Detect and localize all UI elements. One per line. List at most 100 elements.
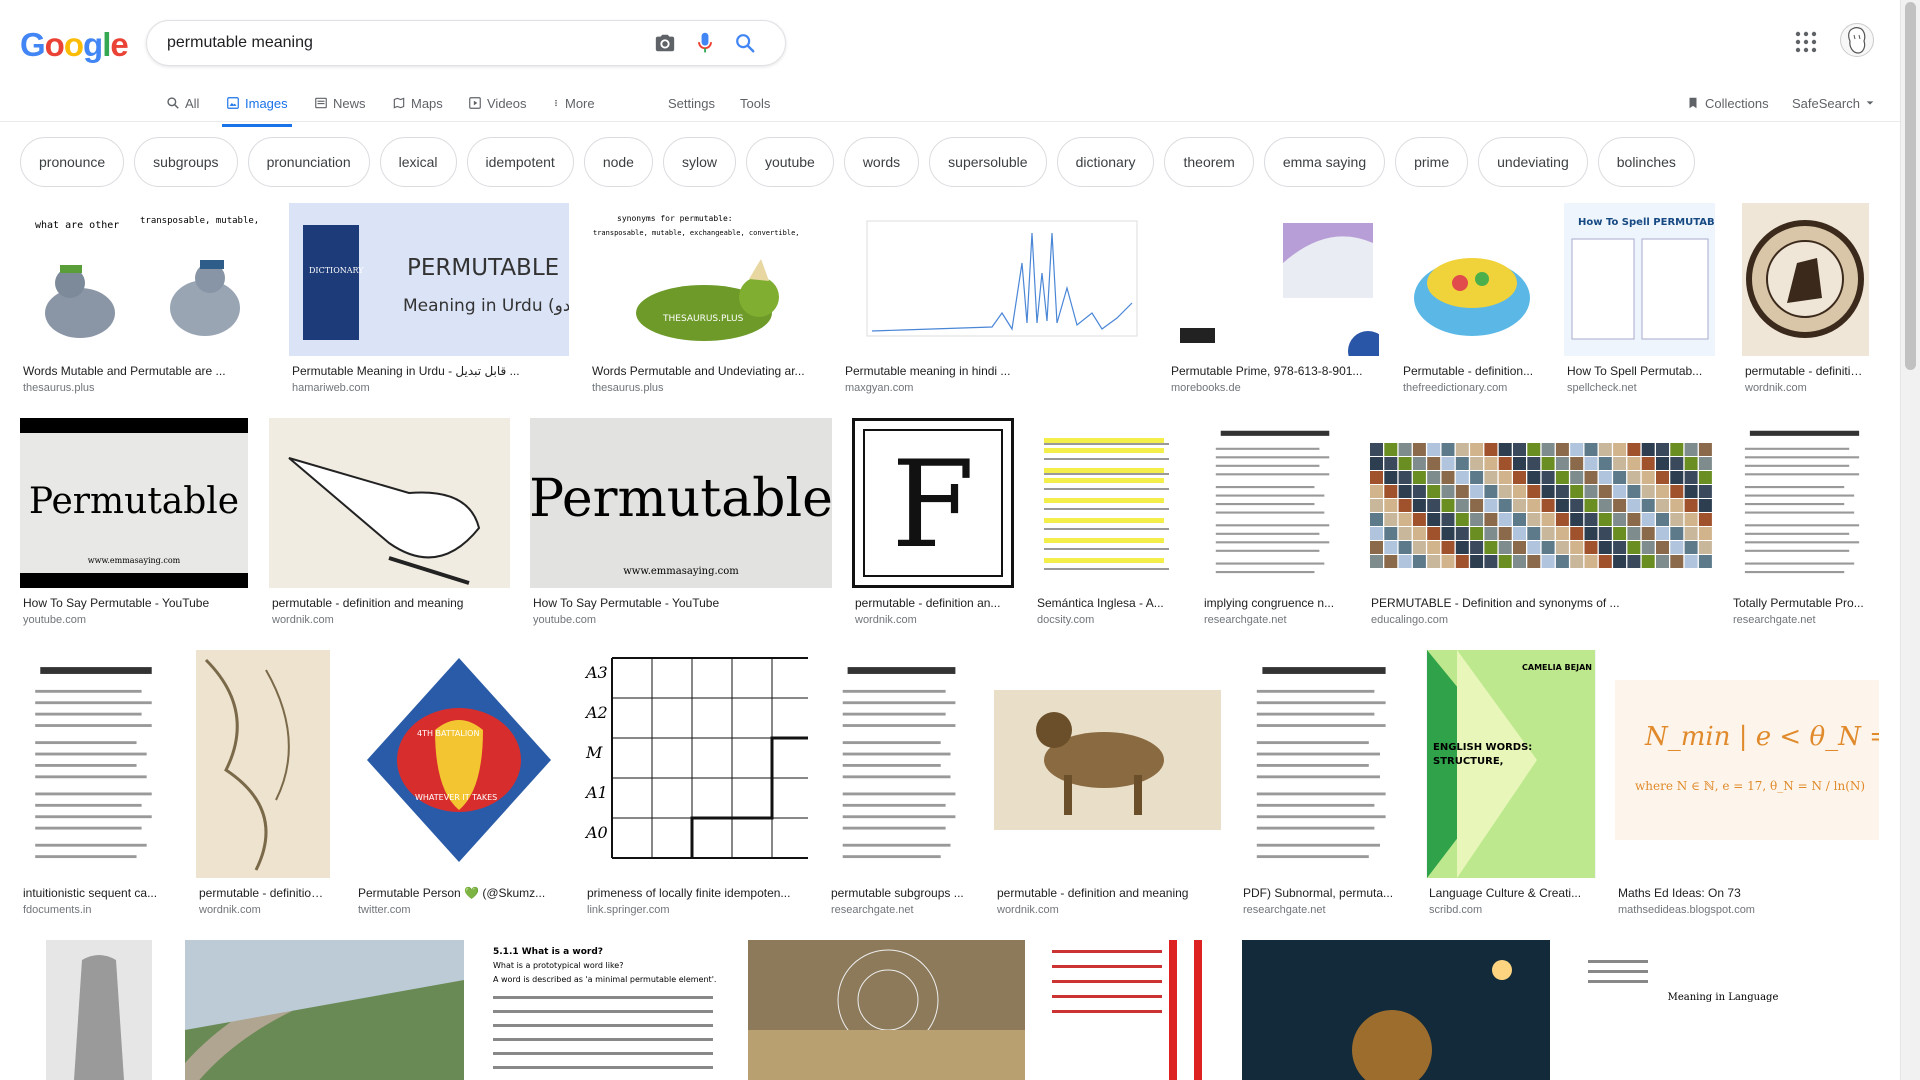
image-result[interactable]: permutable - definition and meaning wordn… bbox=[269, 418, 510, 626]
related-search-chip[interactable]: bolinches bbox=[1597, 137, 1695, 187]
result-title[interactable]: Permutable meaning in hindi ... bbox=[842, 364, 1148, 378]
image-result[interactable]: 4TH BATTALION WHATEVER IT TAKES Permutable… bbox=[355, 650, 564, 916]
result-thumbnail[interactable] bbox=[1400, 203, 1544, 356]
result-title[interactable]: PERMUTABLE - Definition and synonyms of … bbox=[1368, 596, 1712, 610]
image-result[interactable]: Semántica Inglesa - A... docsity.com bbox=[1034, 418, 1182, 626]
image-result[interactable]: permutable - definition... wordnik.com bbox=[1742, 203, 1869, 394]
image-result[interactable]: DICTIONARY PERMUTABLE Meaning in Urdu (ار… bbox=[289, 203, 569, 394]
tab-news[interactable]: News bbox=[314, 90, 366, 116]
result-title[interactable]: How To Say Permutable - YouTube bbox=[20, 596, 248, 610]
tab-more[interactable]: More bbox=[552, 90, 595, 116]
image-result[interactable]: permutable - definition and meaning wordn… bbox=[994, 650, 1221, 916]
related-search-chip[interactable]: youtube bbox=[745, 137, 834, 187]
result-title[interactable]: implying congruence n... bbox=[1201, 596, 1349, 610]
result-thumbnail[interactable] bbox=[20, 650, 172, 878]
result-title[interactable]: Language Culture & Creati... bbox=[1426, 886, 1596, 900]
image-result[interactable]: what are other transposable, mutable, Word… bbox=[20, 203, 270, 394]
result-thumbnail[interactable] bbox=[1201, 418, 1349, 588]
result-title[interactable]: Words Permutable and Undeviating ar... bbox=[589, 364, 823, 378]
scrollbar-thumb[interactable] bbox=[1905, 2, 1916, 370]
scrollbar[interactable] bbox=[1900, 0, 1920, 1080]
result-thumbnail[interactable] bbox=[196, 650, 330, 878]
result-title[interactable]: Words Mutable and Permutable are ... bbox=[20, 364, 270, 378]
image-result[interactable]: Permutable meaning in hindi ... maxgyan.c… bbox=[842, 203, 1148, 394]
result-thumbnail[interactable]: Permutable www.emmasaying.com bbox=[20, 418, 248, 588]
result-thumbnail[interactable] bbox=[842, 203, 1148, 356]
related-search-chip[interactable]: dictionary bbox=[1056, 137, 1155, 187]
image-result[interactable]: permutable - definition... wordnik.com bbox=[196, 650, 330, 916]
result-thumbnail[interactable]: DICTIONARY PERMUTABLE Meaning in Urdu (ار… bbox=[289, 203, 569, 356]
result-thumbnail[interactable] bbox=[748, 940, 1025, 1080]
tab-tools[interactable]: Tools bbox=[740, 90, 770, 116]
result-thumbnail[interactable]: what are other transposable, mutable, bbox=[20, 203, 270, 356]
result-title[interactable]: permutable - definition an... bbox=[852, 596, 1014, 610]
microphone-icon[interactable] bbox=[685, 23, 725, 63]
related-search-chip[interactable]: node bbox=[583, 137, 653, 187]
result-thumbnail[interactable]: Permutable www.emmasaying.com bbox=[530, 418, 832, 588]
related-search-chip[interactable]: prime bbox=[1395, 137, 1469, 187]
tab-all[interactable]: All bbox=[166, 90, 199, 116]
result-title[interactable]: Permutable Person 💚 (@Skumz... bbox=[355, 886, 564, 900]
result-thumbnail[interactable] bbox=[1034, 418, 1182, 588]
result-title[interactable]: Totally Permutable Pro... bbox=[1730, 596, 1879, 610]
result-title[interactable]: Maths Ed Ideas: On 73 bbox=[1615, 886, 1879, 900]
image-result[interactable] bbox=[748, 940, 1025, 1080]
image-result[interactable]: Fpermutable - definition an... wordnik.co… bbox=[852, 418, 1014, 626]
result-thumbnail[interactable]: ENGLISH WORDS: STRUCTURE, CAMELIA BEJAN bbox=[1426, 650, 1596, 878]
result-thumbnail[interactable] bbox=[185, 940, 464, 1080]
search-input[interactable] bbox=[167, 34, 645, 52]
result-title[interactable]: Semántica Inglesa - A... bbox=[1034, 596, 1182, 610]
result-title[interactable]: primeness of locally finite idempoten... bbox=[584, 886, 808, 900]
related-search-chip[interactable]: idempotent bbox=[466, 137, 574, 187]
result-thumbnail[interactable]: N_min | e < θ_N = 73 where N ∈ ℕ, e = 17,… bbox=[1615, 650, 1879, 878]
tab-videos[interactable]: Videos bbox=[468, 90, 527, 116]
related-search-chip[interactable]: pronounce bbox=[20, 137, 125, 187]
related-search-chip[interactable]: sylow bbox=[662, 137, 736, 187]
result-thumbnail[interactable]: 5.1.1 What is a word? What is a prototypi… bbox=[483, 940, 729, 1080]
image-result[interactable]: A3 A2 M A1 A0 primeness of locally finite ide… bbox=[584, 650, 808, 916]
image-result[interactable] bbox=[185, 940, 464, 1080]
result-title[interactable]: PDF) Subnormal, permuta... bbox=[1240, 886, 1408, 900]
result-title[interactable]: Permutable - definition... bbox=[1400, 364, 1544, 378]
google-logo[interactable]: Google bbox=[20, 26, 129, 64]
apps-grid-icon[interactable] bbox=[1794, 30, 1818, 54]
search-icon[interactable] bbox=[725, 23, 765, 63]
result-thumbnail[interactable] bbox=[32, 940, 166, 1080]
image-result[interactable]: Permutable www.emmasaying.com How To Say P… bbox=[530, 418, 832, 626]
related-search-chip[interactable]: words bbox=[843, 137, 920, 187]
image-result[interactable]: How To Spell PERMUTABLE? How To Spell Per… bbox=[1564, 203, 1715, 394]
image-result[interactable]: N_min | e < θ_N = 73 where N ∈ ℕ, e = 17,… bbox=[1615, 650, 1879, 916]
result-thumbnail[interactable] bbox=[1730, 418, 1879, 588]
result-title[interactable]: How To Say Permutable - YouTube bbox=[530, 596, 832, 610]
image-result[interactable]: PERMUTABLE - Definition and synonyms of … bbox=[1368, 418, 1712, 626]
image-result[interactable]: synonyms for permutable: transposable, mu… bbox=[589, 203, 823, 394]
result-title[interactable]: permutable - definition... bbox=[1742, 364, 1869, 378]
result-thumbnail[interactable]: Meaning in Language bbox=[1568, 940, 1879, 1080]
result-thumbnail[interactable]: A3 A2 M A1 A0 bbox=[584, 650, 808, 878]
search-box[interactable] bbox=[146, 20, 786, 66]
image-result[interactable]: implying congruence n... researchgate.net bbox=[1201, 418, 1349, 626]
result-thumbnail[interactable] bbox=[828, 650, 975, 878]
result-thumbnail[interactable] bbox=[1044, 940, 1221, 1080]
image-result[interactable] bbox=[32, 940, 166, 1080]
image-result[interactable]: Permutable Prime, 978-613-8-901... morebo… bbox=[1168, 203, 1379, 394]
result-title[interactable]: Permutable Prime, 978-613-8-901... bbox=[1168, 364, 1379, 378]
result-thumbnail[interactable] bbox=[1742, 203, 1869, 356]
related-search-chip[interactable]: pronunciation bbox=[247, 137, 370, 187]
image-result[interactable]: Totally Permutable Pro... researchgate.ne… bbox=[1730, 418, 1879, 626]
avatar[interactable] bbox=[1840, 23, 1874, 57]
result-thumbnail[interactable]: 4TH BATTALION WHATEVER IT TAKES bbox=[355, 650, 564, 878]
image-result[interactable] bbox=[1242, 940, 1550, 1080]
image-result[interactable]: permutable subgroups ... researchgate.net bbox=[828, 650, 975, 916]
result-title[interactable]: permutable - definition and meaning bbox=[994, 886, 1221, 900]
result-thumbnail[interactable] bbox=[1242, 940, 1550, 1080]
related-search-chip[interactable]: supersoluble bbox=[929, 137, 1047, 187]
image-result[interactable]: Permutable www.emmasaying.com How To Say P… bbox=[20, 418, 248, 626]
tab-settings[interactable]: Settings bbox=[668, 90, 715, 116]
result-thumbnail[interactable]: How To Spell PERMUTABLE? bbox=[1564, 203, 1715, 356]
related-search-chip[interactable]: undeviating bbox=[1478, 137, 1588, 187]
result-title[interactable]: How To Spell Permutab... bbox=[1564, 364, 1715, 378]
related-search-chip[interactable]: lexical bbox=[379, 137, 457, 187]
result-thumbnail[interactable] bbox=[1168, 203, 1379, 356]
result-thumbnail[interactable] bbox=[1240, 650, 1408, 878]
